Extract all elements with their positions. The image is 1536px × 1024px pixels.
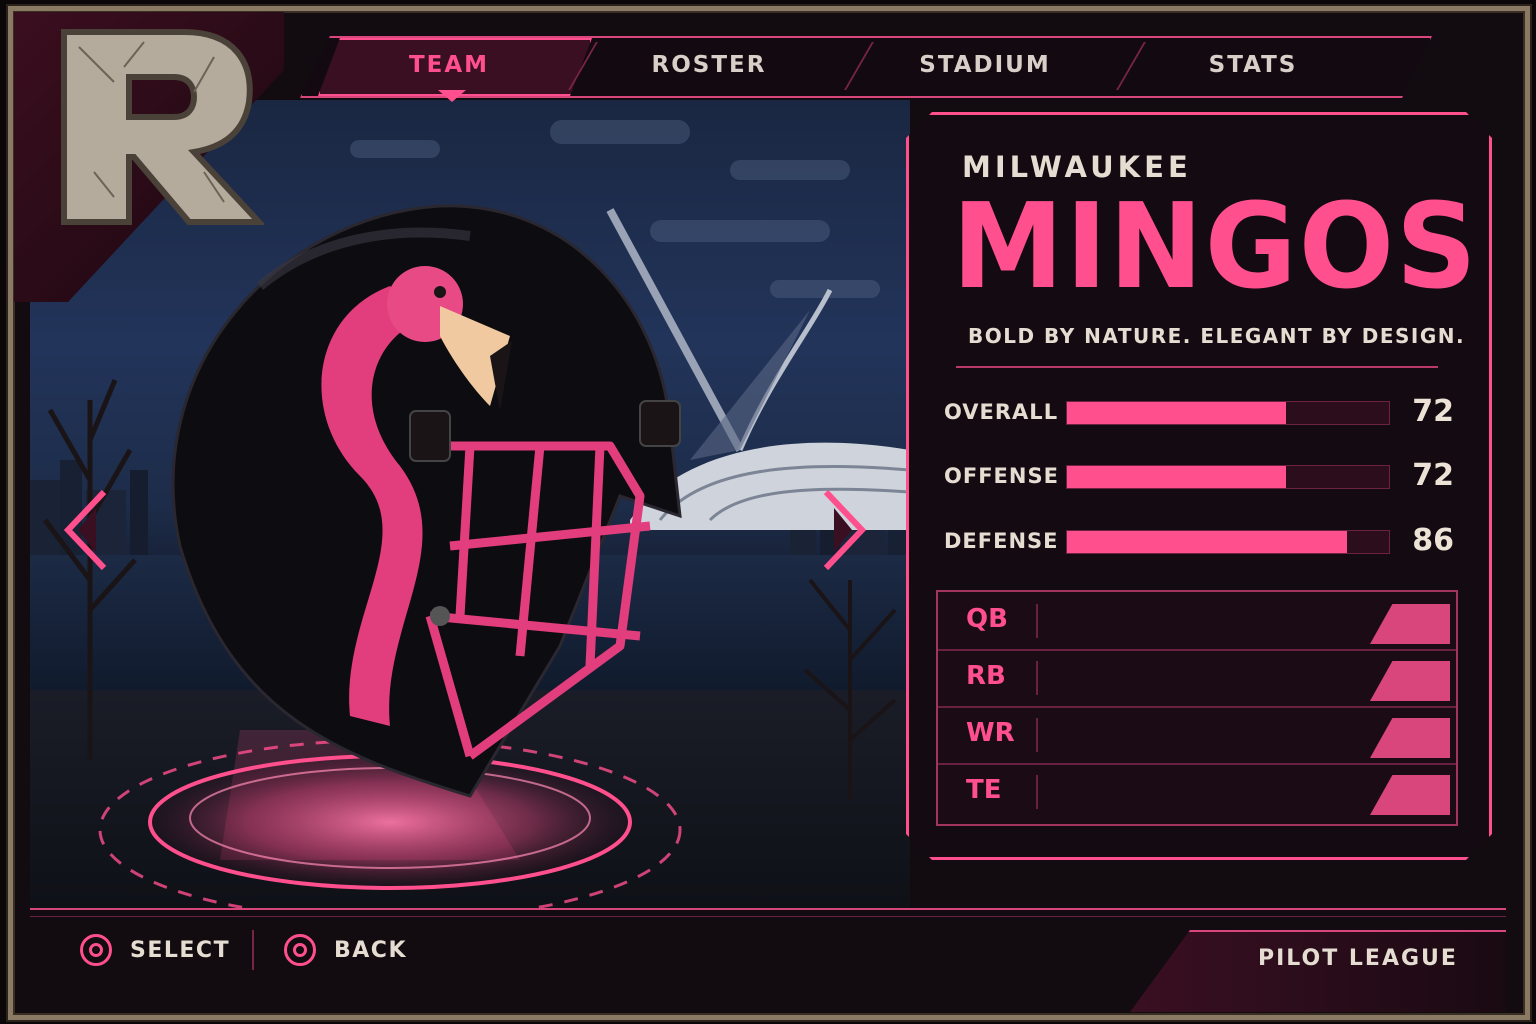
position-label: QB <box>966 604 1008 634</box>
rating-value: 72 <box>1412 394 1454 429</box>
rating-offense: OFFENSE 72 <box>944 458 1454 498</box>
position-row-te[interactable]: TE <box>938 763 1456 820</box>
chevron-right-icon[interactable] <box>822 488 870 572</box>
league-name: PILOT LEAGUE <box>1258 946 1458 971</box>
footer-divider <box>30 908 1506 910</box>
tab-stats[interactable]: STATS <box>1150 36 1356 94</box>
rating-overall: OVERALL 72 <box>944 394 1454 434</box>
tree-right <box>803 578 897 800</box>
select-button[interactable]: SELECT <box>80 928 230 972</box>
tab-team[interactable]: TEAM <box>300 36 598 94</box>
rating-label: OFFENSE <box>944 464 1059 488</box>
back-label: BACK <box>334 937 407 963</box>
rating-bar-fill <box>1067 531 1348 553</box>
rating-label: OVERALL <box>944 400 1059 424</box>
rating-bar-fill <box>1067 402 1286 424</box>
position-list: QB RB WR TE <box>936 590 1458 826</box>
position-label: WR <box>966 718 1015 748</box>
position-row-wr[interactable]: WR <box>938 706 1456 765</box>
team-helmet <box>171 204 682 798</box>
position-grade-tag <box>1370 604 1450 644</box>
position-label: RB <box>966 661 1006 691</box>
position-row-rb[interactable]: RB <box>938 649 1456 708</box>
panel-divider <box>956 366 1438 368</box>
active-tab-pointer <box>438 90 466 102</box>
rating-bar <box>1066 465 1390 489</box>
rating-bar <box>1066 401 1390 425</box>
rating-defense: DEFENSE 86 <box>944 523 1454 563</box>
select-label: SELECT <box>130 937 231 963</box>
position-label: TE <box>966 775 1002 805</box>
rating-bar-fill <box>1067 466 1286 488</box>
circle-button-icon <box>284 934 316 966</box>
position-grade-tag <box>1370 718 1450 758</box>
team-name: MINGOS <box>952 177 1479 315</box>
position-grade-tag <box>1370 661 1450 701</box>
league-logo <box>61 29 264 225</box>
rating-label: DEFENSE <box>944 529 1059 553</box>
rating-bar <box>1066 530 1390 554</box>
tab-stadium[interactable]: STADIUM <box>820 36 1150 94</box>
tab-roster[interactable]: ROSTER <box>598 36 820 94</box>
position-row-qb[interactable]: QB <box>938 592 1456 651</box>
circle-button-icon <box>80 934 112 966</box>
hint-divider <box>252 930 254 970</box>
rating-value: 86 <box>1412 523 1454 558</box>
chevron-left-icon[interactable] <box>60 488 108 572</box>
rating-value: 72 <box>1412 458 1454 493</box>
league-plate <box>1130 930 1506 1012</box>
nav-tabs: TEAM ROSTER STADIUM STATS <box>300 36 1428 94</box>
team-slogan: BOLD BY NATURE. ELEGANT BY DESIGN. <box>968 324 1466 348</box>
position-grade-tag <box>1370 775 1450 815</box>
back-button[interactable]: BACK <box>284 928 407 972</box>
team-select-screen: TEAM ROSTER STADIUM STATS MILWAUKEE MING… <box>0 0 1536 1024</box>
